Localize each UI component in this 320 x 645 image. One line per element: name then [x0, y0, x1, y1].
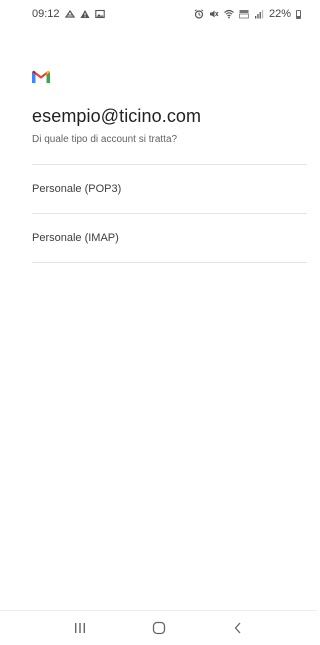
volte-icon	[239, 9, 249, 19]
gmail-icon	[32, 70, 50, 83]
battery-icon	[296, 9, 301, 19]
back-button[interactable]	[226, 616, 250, 640]
account-type-question: Di quale tipo di account si tratta?	[32, 134, 178, 145]
notification-app-icon	[64, 9, 75, 19]
divider	[32, 262, 307, 263]
option-label: Personale (POP3)	[32, 183, 122, 195]
signal-icon	[254, 9, 264, 19]
home-button[interactable]	[147, 616, 171, 640]
status-time: 09:12	[32, 8, 60, 20]
recent-apps-icon	[74, 623, 85, 633]
account-email: esempio@ticino.com	[32, 106, 202, 126]
recent-apps-button[interactable]	[68, 616, 92, 640]
wifi-icon	[224, 9, 234, 19]
image-icon	[94, 9, 105, 19]
system-nav-bar	[0, 610, 317, 645]
status-bar: 09:12 22%	[0, 0, 317, 28]
status-right: 22%	[194, 8, 301, 20]
back-icon	[234, 622, 240, 634]
option-pop3[interactable]: Personale (POP3)	[32, 165, 307, 213]
status-left: 09:12	[32, 8, 105, 20]
warning-icon	[80, 9, 90, 19]
option-label: Personale (IMAP)	[32, 232, 119, 244]
home-icon	[152, 621, 165, 635]
mute-icon	[209, 9, 219, 19]
battery-percent: 22%	[268, 8, 291, 20]
alarm-icon	[194, 9, 204, 19]
option-imap[interactable]: Personale (IMAP)	[32, 214, 307, 262]
